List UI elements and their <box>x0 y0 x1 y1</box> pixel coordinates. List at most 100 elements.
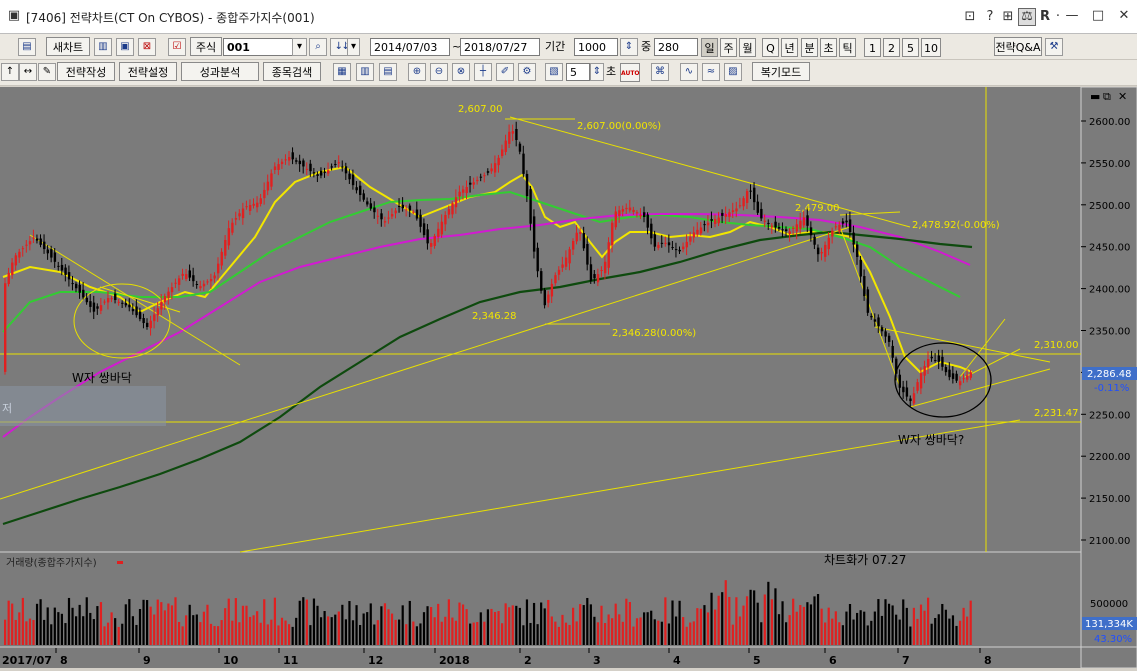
volume-bar <box>760 622 763 645</box>
candle-body <box>589 264 593 281</box>
check-icon[interactable]: ☑ <box>168 38 186 56</box>
interval-5-button[interactable]: 5 <box>902 38 919 57</box>
price-chart[interactable]: 2600.00 2550.00 2500.00 2450.00 2400.00 2350.… <box>0 86 1137 669</box>
snapshot-icon[interactable]: ⌘ <box>651 63 669 81</box>
interval-10-button[interactable]: 10 <box>921 38 941 57</box>
interval-tick-button[interactable]: 틱 <box>839 38 856 57</box>
volume-bar <box>167 603 170 645</box>
delete-icon[interactable]: ⊠ <box>138 38 156 56</box>
volume-bar <box>156 599 159 645</box>
interval-1-button[interactable]: 1 <box>864 38 881 57</box>
close-icon[interactable]: ✕ <box>1116 8 1132 24</box>
zoom-out-icon[interactable]: ⊖ <box>430 63 448 81</box>
market-select[interactable]: 주식 <box>190 37 222 56</box>
draw-icon[interactable]: ✐ <box>496 63 514 81</box>
auto-button[interactable]: AUTO <box>620 63 640 82</box>
zoom-in-icon[interactable]: ⊕ <box>408 63 426 81</box>
wave-2-icon[interactable]: ≈ <box>702 63 720 81</box>
new-chart-button[interactable]: 새차트 <box>46 37 90 56</box>
candle-body <box>511 131 515 134</box>
interval-day-button[interactable]: 일 <box>701 38 718 57</box>
zoom-fit-icon[interactable]: ⊗ <box>452 63 470 81</box>
layout-2-icon[interactable]: ▥ <box>356 63 374 81</box>
panel-restore-icon[interactable]: ⧉ <box>1103 90 1111 103</box>
volume-bar <box>146 600 149 645</box>
chevron-down-icon[interactable]: ▾ <box>292 38 307 56</box>
layout-icon[interactable]: ▤ <box>18 38 36 56</box>
interval-2-button[interactable]: 2 <box>883 38 900 57</box>
interval-week-button[interactable]: 주 <box>720 38 737 57</box>
interval-quarter-button[interactable]: Q <box>762 38 779 57</box>
maximize-icon[interactable]: □ <box>1090 8 1106 24</box>
chart-link-icon[interactable]: ⊞ <box>1000 9 1016 25</box>
interval-year-button[interactable]: 년 <box>781 38 798 57</box>
period-stepper-icon[interactable]: ⇕ <box>620 38 638 56</box>
volume-bar <box>75 616 78 645</box>
settings-icon[interactable]: ⚙ <box>518 63 536 81</box>
candle-body <box>348 173 351 180</box>
wave-1-icon[interactable]: ∿ <box>680 63 698 81</box>
image-icon[interactable]: ▨ <box>724 63 742 81</box>
strategy-setting-button[interactable]: 전략설정 <box>119 62 177 81</box>
wrench-icon[interactable]: ⚒ <box>1045 38 1063 56</box>
panel-close-icon[interactable]: ✕ <box>1118 90 1127 103</box>
strategy-qa-button[interactable]: 전략Q&A <box>994 37 1042 56</box>
candle-body <box>880 327 884 332</box>
anno-target: 2,310.00 <box>1034 340 1079 351</box>
candle-body <box>703 224 706 226</box>
edit-icon[interactable]: ✎ <box>38 63 56 81</box>
performance-dropdown[interactable]: 성과분석 <box>181 62 259 81</box>
candle-body <box>234 218 238 220</box>
volume-bar <box>632 626 635 645</box>
date-from-input[interactable]: 2014/07/03 <box>370 38 450 56</box>
candle-body <box>224 240 227 256</box>
panel-minimize-icon[interactable]: ▬ <box>1090 90 1100 103</box>
volume-bar <box>501 623 504 645</box>
overlay-stub-text: 저 <box>2 402 12 415</box>
volume-bar <box>650 610 653 645</box>
minimize-icon[interactable]: — <box>1064 8 1080 24</box>
pin-icon[interactable]: ⊡ <box>962 9 978 25</box>
volume-bar <box>355 605 358 645</box>
layout-1-icon[interactable]: ▦ <box>333 63 351 81</box>
candle-body <box>738 205 742 207</box>
chart-area[interactable]: 2600.00 2550.00 2500.00 2450.00 2400.00 2350.… <box>0 86 1137 669</box>
restore-mode-button[interactable]: 복기모드 <box>752 62 810 81</box>
spin-stepper-icon[interactable]: ⇕ <box>590 63 604 81</box>
speed-icon[interactable]: ▧ <box>545 63 563 81</box>
balance-icon[interactable]: ⚖ <box>1018 8 1036 26</box>
interval-second-button[interactable]: 초 <box>820 38 837 57</box>
open-icon[interactable]: ▥ <box>94 38 112 56</box>
replay-speed-input[interactable]: 5 <box>566 63 590 81</box>
volume-bar <box>540 602 543 645</box>
candle-body <box>682 246 685 250</box>
count-input[interactable]: 280 <box>654 38 698 56</box>
volume-bar <box>930 623 933 645</box>
volume-bar <box>962 607 965 645</box>
volume-bar <box>863 611 866 645</box>
arrow-up-icon[interactable]: ↑ <box>1 63 19 81</box>
layout-3-icon[interactable]: ▤ <box>379 63 397 81</box>
stock-search-button[interactable]: 종목검색 <box>263 62 321 81</box>
candle-body <box>241 208 245 219</box>
date-to-input[interactable]: 2018/07/27 <box>460 38 540 56</box>
candle-body <box>39 238 42 245</box>
search-icon[interactable]: ⌕ <box>309 38 327 56</box>
question-icon[interactable]: ? <box>982 9 998 25</box>
volume-bar <box>728 596 731 645</box>
interval-month-button[interactable]: 월 <box>739 38 756 57</box>
candle-body <box>653 234 657 247</box>
volume-bar <box>160 602 163 645</box>
crosshair-icon[interactable]: ┼ <box>474 63 492 81</box>
save-icon[interactable]: ▣ <box>116 38 134 56</box>
period-input[interactable]: 1000 <box>574 38 618 56</box>
volume-bar <box>71 607 74 645</box>
strategy-write-button[interactable]: 전략작성 <box>57 62 115 81</box>
anno-w-bottom-2: W자 쌍바닥? <box>898 433 964 447</box>
interval-minute-button[interactable]: 분 <box>801 38 818 57</box>
candle-body <box>884 331 887 337</box>
volume-bar <box>618 614 621 645</box>
candle-body <box>799 220 802 229</box>
arrows-horizontal-icon[interactable]: ↔ <box>19 63 37 81</box>
chevron-down-icon[interactable]: ▾ <box>347 38 360 56</box>
